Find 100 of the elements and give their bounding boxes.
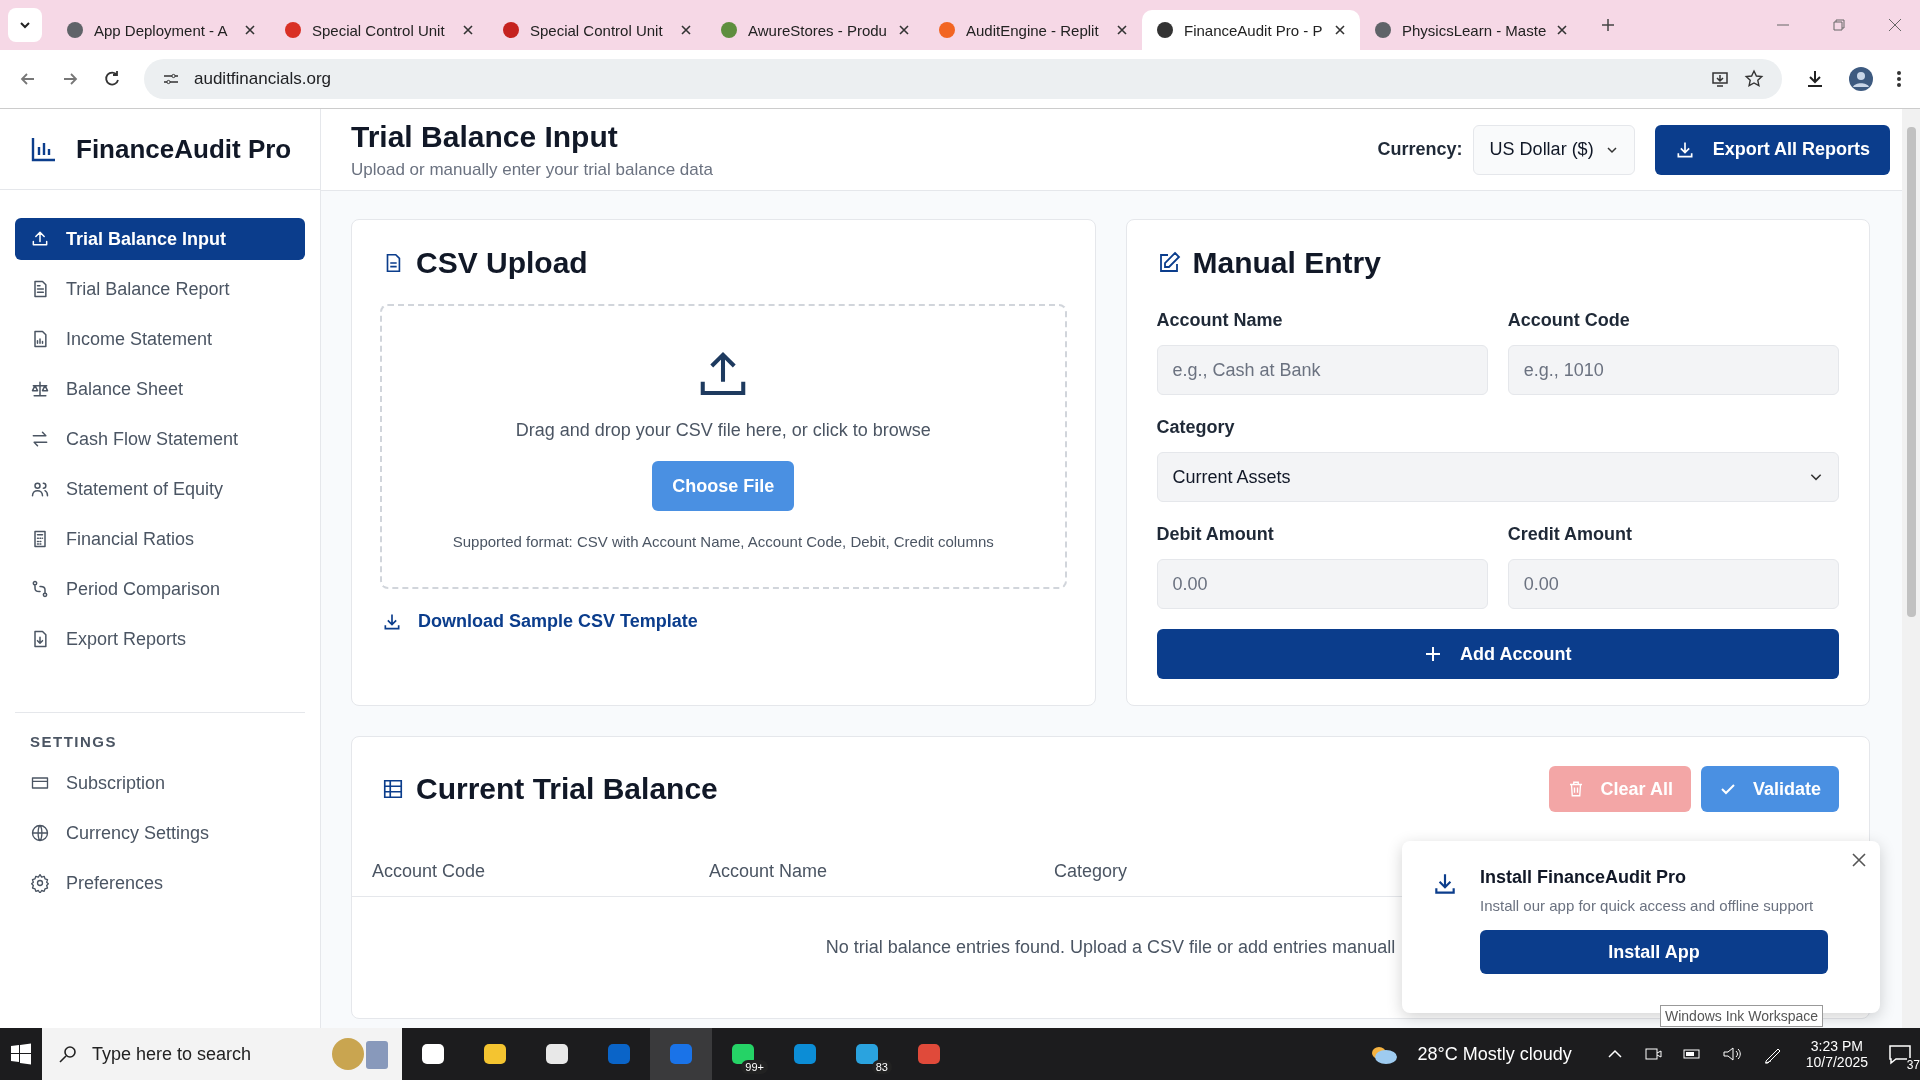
field-label: Debit Amount	[1156, 524, 1275, 545]
close-icon[interactable]	[680, 24, 692, 36]
users-icon	[30, 479, 50, 499]
drop-zone[interactable]: Drag and drop your CSV file here, or click to browse Choose File Supported format: CSV with Account Name, Account Code, Debit, Credit columns	[380, 304, 1067, 589]
export-button[interactable]: Export All Reports	[1654, 124, 1890, 175]
close-icon[interactable]	[244, 24, 256, 36]
speaker-icon[interactable]	[1721, 1045, 1742, 1063]
close-icon[interactable]	[1852, 853, 1866, 867]
windows-start-icon[interactable]	[10, 1043, 32, 1065]
nav-item[interactable]: Preferences	[15, 862, 305, 904]
app-name: FinanceAudit Pro	[76, 133, 292, 165]
field-label: Account Name	[1156, 310, 1284, 331]
address-field[interactable]: auditfinancials.org	[144, 59, 1782, 99]
tooltip: Windows Ink Workspace	[1660, 1005, 1823, 1027]
upload-icon	[30, 229, 50, 249]
browser-tab[interactable]: Special Control Unit	[488, 10, 706, 50]
avatar-icon[interactable]	[1848, 66, 1874, 92]
format-note: Supported format: CSV with Account Name, Account Code, Debit, Credit columns	[452, 533, 994, 550]
input-field[interactable]: e.g., 1010	[1507, 345, 1839, 395]
download-icon	[1432, 871, 1458, 897]
close-icon[interactable]	[1556, 24, 1569, 36]
column-header: Account Code	[372, 860, 487, 882]
close-icon[interactable]	[1334, 24, 1346, 36]
card-title: Current Trial Balance	[416, 772, 718, 806]
browser-tab[interactable]: AuditEngine - Replit	[924, 10, 1142, 50]
meet-icon[interactable]	[1643, 1045, 1662, 1063]
tab-list-icon[interactable]	[8, 8, 42, 42]
field-label: Category	[1156, 417, 1236, 438]
card-title: Manual Entry	[1192, 246, 1381, 280]
favicon-icon	[284, 21, 302, 39]
favicon-icon	[1374, 21, 1392, 39]
drop-instructions: Drag and drop your CSV file here, or click to browse	[515, 420, 931, 441]
add-account-button[interactable]: Add Account	[1156, 629, 1839, 679]
nav-item[interactable]: Statement of Equity	[15, 468, 305, 510]
favicon-icon	[1156, 21, 1174, 39]
nav-item[interactable]: Currency Settings	[15, 812, 305, 854]
scale-icon	[30, 379, 50, 399]
install-app-button[interactable]: Install App	[1480, 930, 1828, 974]
prompt-text: Install our app for quick access and offline support	[1480, 896, 1815, 916]
empty-message: No trial balance entries found. Upload a CSV file or add entries manuall	[825, 937, 1396, 957]
favicon-icon	[720, 21, 738, 39]
prompt-title: Install FinanceAudit Pro	[1480, 867, 1688, 888]
page-subtitle: Upload or manually enter your trial balance data	[351, 159, 714, 180]
star-icon[interactable]	[1744, 69, 1764, 89]
close-icon[interactable]	[898, 24, 910, 36]
input-field[interactable]: e.g., Cash at Bank	[1156, 345, 1488, 395]
bar-chart-icon	[30, 135, 58, 163]
column-header: Account Name	[709, 860, 829, 882]
column-header: Category	[1054, 860, 1129, 882]
table-icon	[382, 778, 404, 800]
favicon-icon	[938, 21, 956, 39]
browser-tab[interactable]: PhysicsLearn - Maste	[1360, 10, 1583, 50]
notification-badge: 99+	[741, 1060, 768, 1074]
field-label: Account Code	[1507, 310, 1631, 331]
section-heading: SETTINGS	[29, 733, 118, 752]
close-icon[interactable]	[1116, 24, 1128, 36]
weather-text[interactable]: 28°C Mostly cloudy	[1417, 1043, 1572, 1065]
input-field[interactable]: 0.00	[1156, 559, 1488, 609]
settings-icon	[30, 873, 50, 893]
close-icon[interactable]	[462, 24, 474, 36]
new-tab-icon[interactable]	[1600, 17, 1617, 33]
nav-item[interactable]: Trial Balance Report	[15, 268, 305, 310]
plus-icon	[1424, 645, 1443, 663]
nav-item[interactable]: Balance Sheet	[15, 368, 305, 410]
download-template-link[interactable]: Download Sample CSV Template	[382, 611, 698, 632]
menu-icon[interactable]	[1896, 69, 1902, 89]
notification-badge: 83	[871, 1060, 892, 1074]
nav-item[interactable]: Financial Ratios	[15, 518, 305, 560]
browser-tab[interactable]: Special Control Unit	[270, 10, 488, 50]
nav-item[interactable]: Export Reports	[15, 618, 305, 660]
browser-tab[interactable]: App Deployment - A	[52, 10, 270, 50]
field-label: Credit Amount	[1507, 524, 1634, 545]
clock-time[interactable]: 3:23 PM	[1810, 1038, 1863, 1054]
restore-icon[interactable]	[1832, 18, 1846, 32]
install-icon[interactable]	[1710, 69, 1730, 89]
currency-label: Currency:	[1377, 139, 1463, 160]
favicon-icon	[502, 21, 520, 39]
globe-icon	[30, 823, 50, 843]
nav-item[interactable]: Subscription	[15, 762, 305, 804]
nav-item[interactable]: Income Statement	[15, 318, 305, 360]
card-title: CSV Upload	[416, 246, 588, 280]
taskbar-search-field[interactable]: Type here to search	[42, 1028, 402, 1080]
nav-item[interactable]: Cash Flow Statement	[15, 418, 305, 460]
currency-select[interactable]: US Dollar ($)	[1472, 124, 1635, 175]
taskbar-app[interactable]: 83	[836, 1028, 898, 1080]
clock-date[interactable]: 10/7/2025	[1805, 1054, 1868, 1070]
browser-tab[interactable]: AwureStores - Produ	[706, 10, 924, 50]
input-field[interactable]: 0.00	[1507, 559, 1839, 609]
arrows-icon	[30, 429, 50, 449]
favicon-icon	[66, 21, 84, 39]
browser-tab[interactable]: FinanceAudit Pro - P	[1142, 10, 1360, 50]
nav-item[interactable]: Period Comparison	[15, 568, 305, 610]
search-icon	[58, 1044, 78, 1064]
taskbar-app[interactable]: 99+	[712, 1028, 774, 1080]
category-select[interactable]: Current Assets	[1156, 452, 1839, 502]
scrollbar[interactable]	[1902, 109, 1920, 1028]
page-title: Trial Balance Input	[351, 119, 619, 154]
nav-item[interactable]: Trial Balance Input	[15, 218, 305, 260]
notification-button[interactable]: 37	[1880, 1028, 1920, 1080]
branch-icon	[30, 579, 50, 599]
